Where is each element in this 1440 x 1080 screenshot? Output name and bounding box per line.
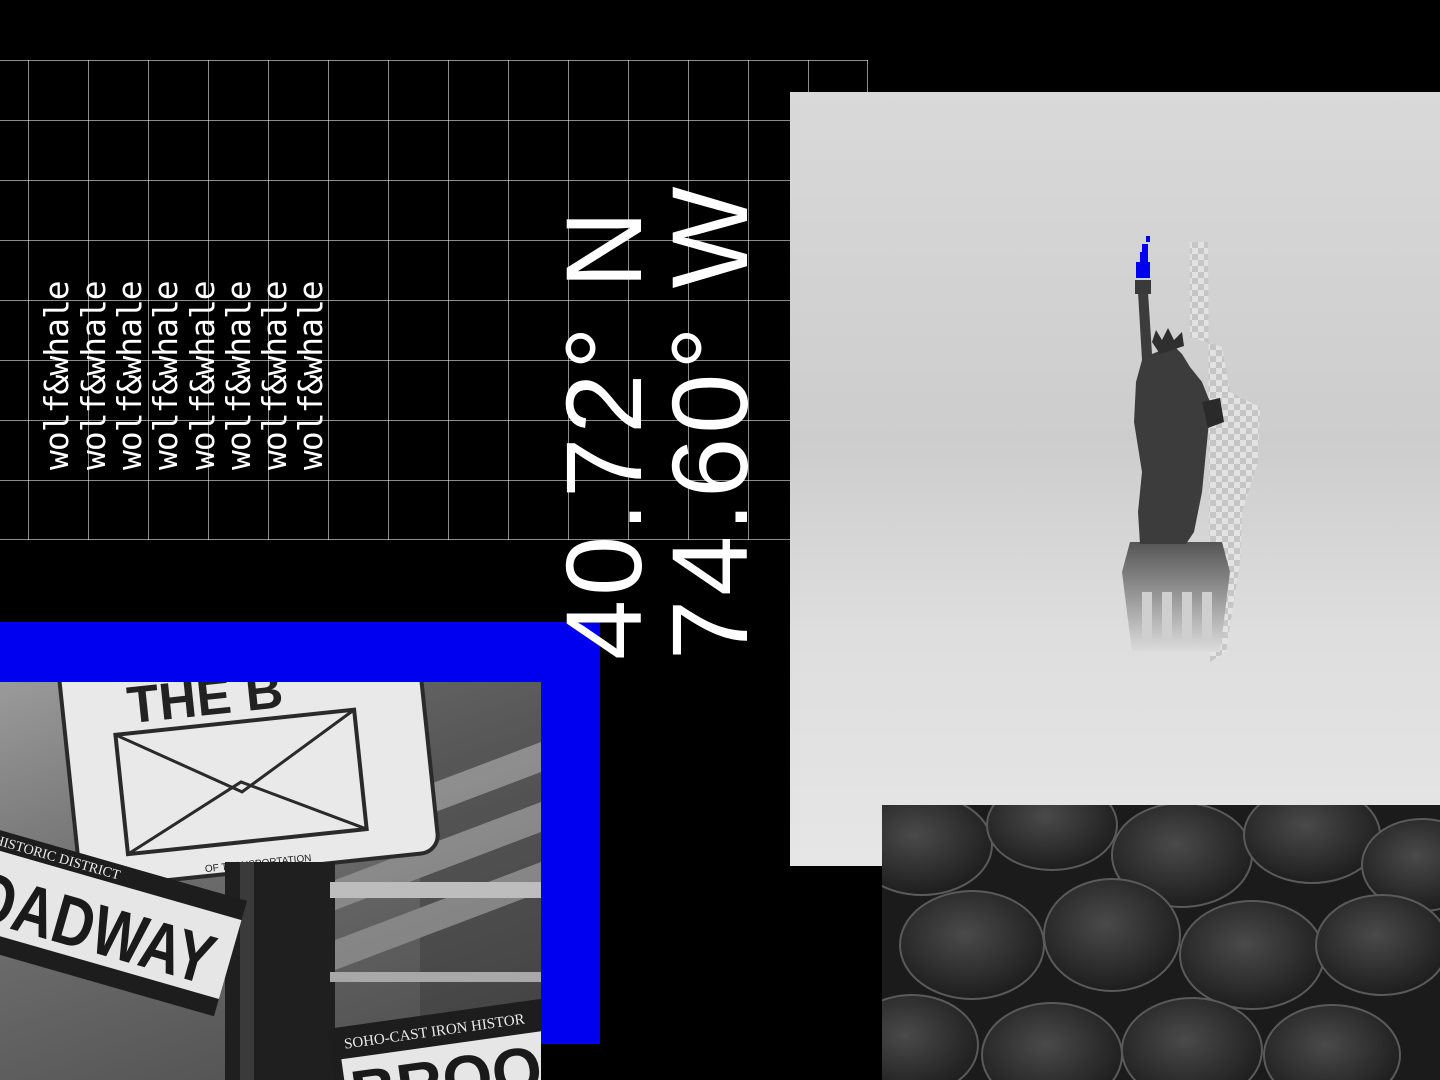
torch-flame-icon	[1136, 236, 1150, 278]
brand-wordmark: wolf&whale	[110, 281, 149, 470]
brand-wordmark: wolf&whale	[74, 281, 113, 470]
brand-wordmark: wolf&whale	[291, 281, 330, 470]
statue-of-liberty-photo	[790, 92, 1440, 866]
brand-wordmark: wolf&whale	[255, 281, 294, 470]
brand-wordmark: wolf&whale	[219, 281, 258, 470]
street-sign-illustration: THE B OF TRANSPORTATION HISTORIC DISTRIC…	[0, 682, 541, 1080]
pucks-illustration	[882, 805, 1440, 1080]
brand-wordmark: wolf&whale	[183, 281, 222, 470]
brand-wordmark: wolf&whale	[146, 281, 185, 470]
brand-wordmark: wolf&whale	[37, 281, 76, 470]
statue-illustration	[1122, 236, 1260, 662]
street-sign-photo: THE B OF TRANSPORTATION HISTORIC DISTRIC…	[0, 682, 541, 1080]
longitude-text: 74.60° W	[649, 182, 770, 660]
latitude-text: 40.72° N	[543, 206, 664, 660]
pucks-photo	[882, 805, 1440, 1080]
